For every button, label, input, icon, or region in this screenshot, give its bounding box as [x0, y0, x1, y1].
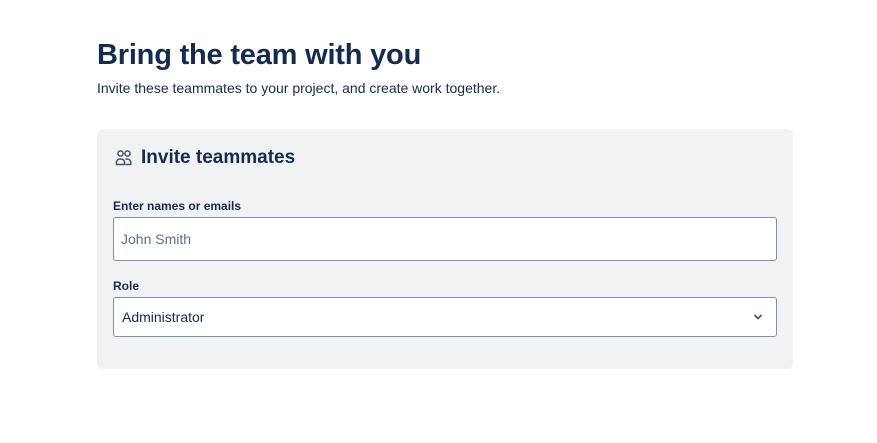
invite-page: Bring the team with you Invite these tea… — [0, 0, 877, 443]
card-header: Invite teammates — [115, 146, 295, 170]
role-select[interactable]: Administrator — [113, 297, 777, 337]
names-emails-input[interactable] — [113, 217, 777, 261]
chevron-down-icon — [752, 311, 764, 323]
people-icon — [115, 149, 133, 167]
page-title: Bring the team with you — [97, 39, 422, 71]
card-title: Invite teammates — [141, 147, 296, 168]
role-selected-value: Administrator — [122, 309, 205, 325]
invite-teammates-card: Invite teammates Enter names or emails R… — [97, 129, 793, 369]
role-field-label: Role — [113, 279, 140, 293]
page-subtitle: Invite these teammates to your project, … — [97, 80, 501, 96]
names-field-label: Enter names or emails — [113, 199, 242, 213]
